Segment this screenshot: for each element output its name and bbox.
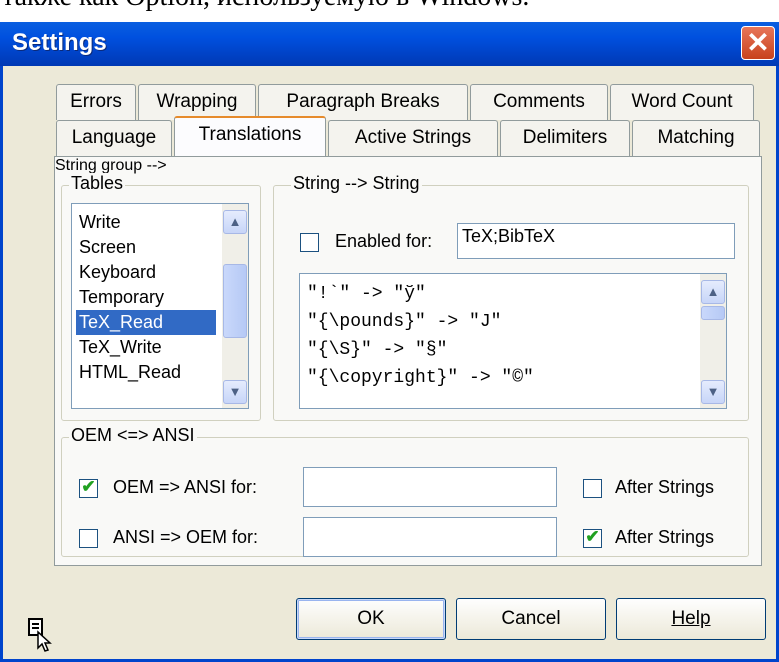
enabled-for-label: Enabled for: (335, 231, 433, 251)
scroll-thumb[interactable] (701, 306, 725, 320)
tab-panel-translations: Tables Write Screen Keyboard Temporary T… (54, 156, 762, 566)
chevron-down-icon: ▼ (706, 384, 720, 399)
tables-listbox[interactable]: Write Screen Keyboard Temporary TeX_Read… (71, 203, 249, 409)
close-button[interactable]: ✕ (741, 26, 775, 60)
scroll-down-button[interactable]: ▼ (701, 380, 725, 404)
settings-dialog: Settings ✕ Errors Wrapping Paragraph Bre… (0, 22, 779, 662)
list-item[interactable]: HTML_Read (76, 360, 184, 385)
ansi-to-oem-label: ANSI => OEM for: (113, 527, 259, 547)
tab-language[interactable]: Language (56, 120, 172, 156)
cancel-button[interactable]: Cancel (456, 598, 606, 640)
title-bar[interactable]: Settings ✕ (0, 22, 779, 66)
list-item[interactable]: Keyboard (76, 260, 159, 285)
checkmark-icon: ✔ (81, 477, 96, 496)
scroll-up-button[interactable]: ▲ (701, 280, 725, 304)
scroll-thumb[interactable] (223, 264, 247, 338)
list-item[interactable]: Screen (76, 235, 139, 260)
tables-scrollbar[interactable]: ▲ ▼ (222, 204, 248, 408)
tab-wrapping[interactable]: Wrapping (138, 84, 256, 120)
dialog-title: Settings (12, 29, 107, 56)
list-item-selected[interactable]: TeX_Read (76, 310, 216, 335)
close-icon: ✕ (746, 27, 770, 58)
tab-paragraph-breaks[interactable]: Paragraph Breaks (258, 84, 468, 120)
mapping-row[interactable]: "{\S}" -> "§" (304, 338, 450, 363)
list-item[interactable]: Write (76, 210, 124, 235)
oem-to-ansi-checkbox[interactable]: ✔ (79, 477, 98, 498)
help-button[interactable]: Help (616, 598, 766, 640)
document-text-fragment: также как Option, используемую в Windows… (0, 0, 779, 16)
tab-matching[interactable]: Matching (632, 120, 760, 156)
list-item[interactable]: TeX_Write (76, 335, 165, 360)
chevron-up-icon: ▲ (228, 214, 242, 229)
oem-ansi-group-label: OEM <=> ANSI (69, 425, 197, 446)
oem-to-ansi-after-strings-label: After Strings (615, 477, 715, 497)
oem-to-ansi-label: OEM => ANSI for: (113, 477, 258, 497)
scroll-down-button[interactable]: ▼ (223, 380, 247, 404)
ansi-to-oem-input[interactable] (303, 517, 557, 557)
tables-group-label: Tables (69, 173, 126, 194)
enabled-for-checkbox[interactable] (300, 233, 319, 252)
enabled-for-input[interactable]: TeX;BibTeX (457, 223, 735, 259)
ok-button[interactable]: OK (296, 598, 446, 640)
ansi-to-oem-after-strings-checkbox[interactable]: ✔ (583, 527, 602, 548)
tab-translations[interactable]: Translations (174, 116, 326, 156)
tab-active-strings[interactable]: Active Strings (328, 120, 498, 156)
list-item[interactable]: Temporary (76, 285, 167, 310)
mapping-row[interactable]: "{\copyright}" -> "©" (304, 366, 537, 391)
scroll-up-button[interactable]: ▲ (223, 210, 247, 234)
tab-word-count[interactable]: Word Count (610, 84, 754, 120)
oem-to-ansi-after-strings-checkbox[interactable] (583, 479, 602, 498)
mappings-scrollbar[interactable]: ▲ ▼ (700, 274, 726, 408)
ansi-to-oem-checkbox[interactable] (79, 529, 98, 548)
ansi-to-oem-after-strings-label: After Strings (615, 527, 715, 547)
mapping-row[interactable]: "{\pounds}" -> "J" (304, 310, 504, 335)
checkmark-icon: ✔ (585, 527, 600, 546)
help-pointer-icon[interactable] (28, 618, 54, 652)
tab-delimiters[interactable]: Delimiters (500, 120, 630, 156)
tab-comments[interactable]: Comments (470, 84, 608, 120)
tab-errors[interactable]: Errors (56, 84, 136, 120)
mapping-row[interactable]: "!`" -> "ў" (304, 282, 429, 307)
mappings-listbox[interactable]: "!`" -> "ў" "{\pounds}" -> "J" "{\S}" ->… (299, 273, 727, 409)
oem-to-ansi-input[interactable] (303, 467, 557, 507)
chevron-down-icon: ▼ (228, 384, 242, 399)
string-group-label: String --> String (291, 173, 422, 194)
chevron-up-icon: ▲ (706, 284, 720, 299)
